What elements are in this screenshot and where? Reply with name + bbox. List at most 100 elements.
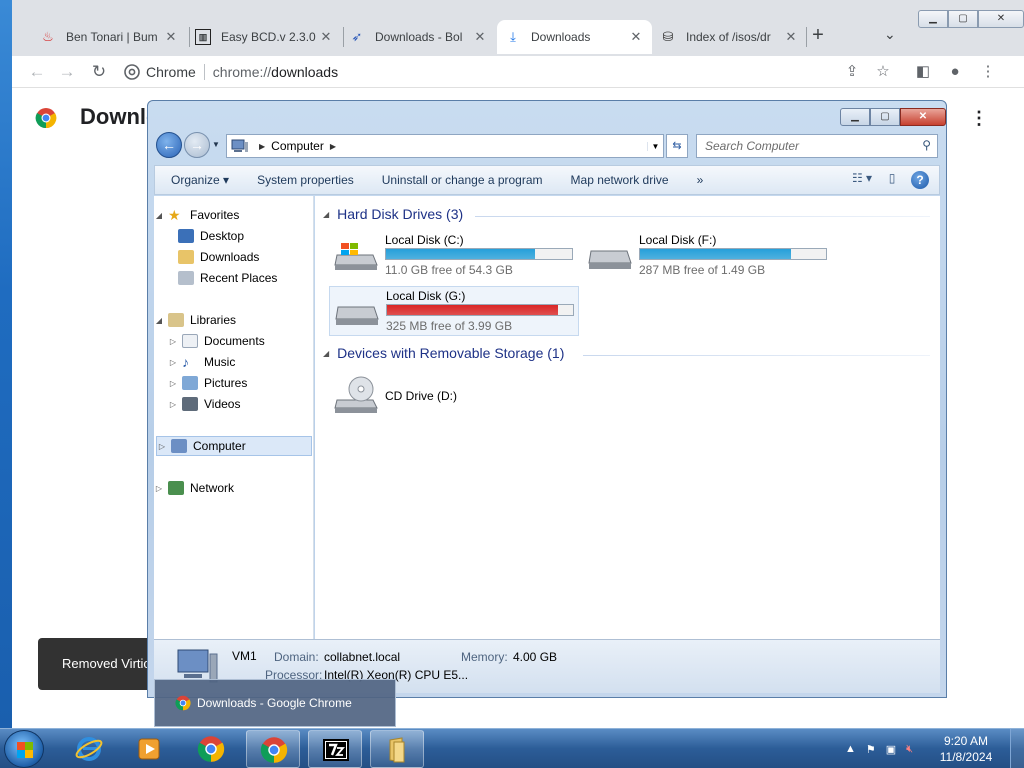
star-icon[interactable]: ☆: [872, 61, 894, 83]
side-panel-icon[interactable]: ◧: [912, 61, 934, 83]
tab-index-isos[interactable]: ⛁ Index of /isos/dr ✕: [652, 20, 807, 54]
nav-videos[interactable]: ▷ Videos: [168, 394, 240, 414]
nav-favorites[interactable]: ◢ ★ Favorites: [154, 205, 239, 225]
collapse-group-icon[interactable]: ◢: [323, 210, 329, 219]
libraries-icon: [168, 313, 184, 327]
nav-computer[interactable]: ▷ Computer: [156, 436, 312, 456]
close-icon[interactable]: ✕: [783, 29, 799, 45]
menu-icon[interactable]: ⋮: [977, 61, 999, 83]
refresh-button[interactable]: ⇆: [666, 134, 688, 158]
omnibox-divider: [203, 64, 205, 80]
back-button[interactable]: ←: [156, 132, 182, 158]
expand-icon[interactable]: ◢: [154, 316, 164, 325]
more-commands-button[interactable]: »: [683, 173, 718, 187]
tab-downloads-bol[interactable]: ➶ Downloads - Bol ✕: [341, 20, 496, 54]
group-removable-storage[interactable]: ◢ Devices with Removable Storage (1): [323, 345, 564, 361]
close-icon[interactable]: ✕: [628, 29, 644, 45]
uninstall-program-button[interactable]: Uninstall or change a program: [368, 173, 557, 187]
collapse-icon[interactable]: ▷: [168, 379, 178, 388]
close-icon[interactable]: ✕: [163, 29, 179, 45]
reload-icon[interactable]: ↻: [88, 61, 110, 83]
nav-documents[interactable]: ▷ Documents: [168, 331, 265, 351]
drive-usage-fill: [387, 305, 559, 315]
taskbar-explorer[interactable]: [370, 730, 424, 768]
preview-pane-icon[interactable]: ▯: [881, 171, 903, 189]
expand-icon[interactable]: ◢: [154, 211, 164, 220]
media-player-icon: [138, 738, 160, 760]
back-icon[interactable]: ←: [26, 61, 48, 83]
minimize-button[interactable]: ▁: [918, 10, 948, 28]
search-icon[interactable]: ⚲: [922, 138, 931, 152]
nav-downloads[interactable]: Downloads: [174, 247, 259, 267]
nav-network[interactable]: ▷ Network: [154, 478, 234, 498]
drive-g[interactable]: Local Disk (G:) 325 MB free of 3.99 GB: [329, 286, 579, 336]
minimize-button[interactable]: ▁: [840, 108, 870, 126]
tab-downloads[interactable]: ⤓ Downloads ✕: [497, 20, 652, 54]
taskbar-thumbnail[interactable]: Downloads - Google Chrome: [154, 679, 396, 727]
taskbar-internet-explorer[interactable]: [62, 730, 116, 768]
start-button[interactable]: [4, 730, 44, 768]
nav-pictures[interactable]: ▷ Pictures: [168, 373, 247, 393]
taskbar-media-player[interactable]: [122, 730, 176, 768]
help-icon[interactable]: ?: [911, 171, 929, 189]
collapse-group-icon[interactable]: ◢: [323, 349, 329, 358]
omnibox-url: chrome://downloads: [212, 64, 339, 80]
group-hard-disk-drives[interactable]: ◢ Hard Disk Drives (3): [323, 206, 463, 222]
show-hidden-icons-icon[interactable]: ▲: [845, 743, 856, 755]
drive-c[interactable]: Local Disk (C:) 11.0 GB free of 54.3 GB: [329, 231, 579, 281]
system-properties-button[interactable]: System properties: [243, 173, 368, 187]
search-input[interactable]: Search Computer ⚲: [696, 134, 938, 158]
collapse-icon[interactable]: ▷: [154, 484, 164, 493]
command-bar: Organize ▾ System properties Uninstall o…: [154, 165, 940, 195]
page-menu-icon[interactable]: ⋮: [970, 108, 988, 129]
collapse-icon[interactable]: ▷: [168, 400, 178, 409]
drive-name: Local Disk (C:): [385, 233, 464, 247]
omnibox[interactable]: Chrome chrome://downloads: [124, 58, 864, 86]
new-tab-button[interactable]: +: [806, 24, 830, 48]
organize-button[interactable]: Organize ▾: [155, 173, 243, 187]
collapse-icon[interactable]: ▷: [157, 442, 167, 451]
close-window-button[interactable]: ✕: [978, 10, 1024, 28]
taskbar-chrome[interactable]: [184, 730, 238, 768]
address-bar[interactable]: ▶ Computer ▶ ▼: [226, 134, 664, 158]
pictures-icon: [182, 376, 198, 390]
clock[interactable]: 9:20 AM 11/8/2024: [930, 733, 1002, 765]
close-icon[interactable]: ✕: [472, 29, 488, 45]
tab-easy-bcd[interactable]: ▥ Easy BCD.v 2.3.0 ✕: [187, 20, 342, 54]
chevron-down-icon[interactable]: ⌄: [884, 26, 896, 43]
domain-label: Domain:: [274, 650, 319, 664]
maximize-button[interactable]: ▢: [870, 108, 900, 126]
show-desktop-button[interactable]: [1010, 729, 1024, 768]
address-computer[interactable]: Computer: [271, 139, 324, 153]
share-icon[interactable]: ⇪: [841, 61, 863, 83]
close-icon[interactable]: ✕: [318, 29, 334, 45]
desktop-icon: [178, 229, 194, 243]
chevron-right-icon[interactable]: ▶: [259, 142, 265, 151]
history-dropdown-icon[interactable]: ▼: [212, 140, 220, 149]
taskbar-chrome-open[interactable]: [246, 730, 300, 768]
close-button[interactable]: ✕: [900, 108, 946, 126]
maximize-button[interactable]: ▢: [948, 10, 978, 28]
taskbar-7zip[interactable]: [308, 730, 362, 768]
address-dropdown-icon[interactable]: ▼: [647, 141, 663, 151]
drive-name: Local Disk (G:): [386, 289, 466, 303]
nav-music[interactable]: ▷ ♪ Music: [168, 352, 235, 372]
collapse-icon[interactable]: ▷: [168, 337, 178, 346]
forward-icon[interactable]: →: [56, 61, 78, 83]
drive-f[interactable]: Local Disk (F:) 287 MB free of 1.49 GB: [583, 231, 833, 281]
tab-ben-tonari[interactable]: ♨ Ben Tonari | Bum ✕: [32, 20, 187, 54]
profile-icon[interactable]: ●: [944, 61, 966, 83]
volume-muted-icon[interactable]: 🔇︎: [906, 743, 913, 756]
chevron-right-icon[interactable]: ▶: [330, 142, 336, 151]
map-network-drive-button[interactable]: Map network drive: [557, 173, 683, 187]
collapse-icon[interactable]: ▷: [168, 358, 178, 367]
nav-desktop[interactable]: Desktop: [174, 226, 244, 246]
drive-d-cd[interactable]: CD Drive (D:): [329, 371, 579, 421]
nav-libraries[interactable]: ◢ Libraries: [154, 310, 236, 330]
view-options-icon[interactable]: ☷ ▾: [851, 171, 873, 189]
action-center-flag-icon[interactable]: ⚑: [866, 743, 876, 756]
network-icon[interactable]: ▣: [886, 743, 896, 756]
hard-drive-icon: [335, 306, 379, 325]
forward-button[interactable]: →: [184, 132, 210, 158]
nav-recent-places[interactable]: Recent Places: [174, 268, 277, 288]
